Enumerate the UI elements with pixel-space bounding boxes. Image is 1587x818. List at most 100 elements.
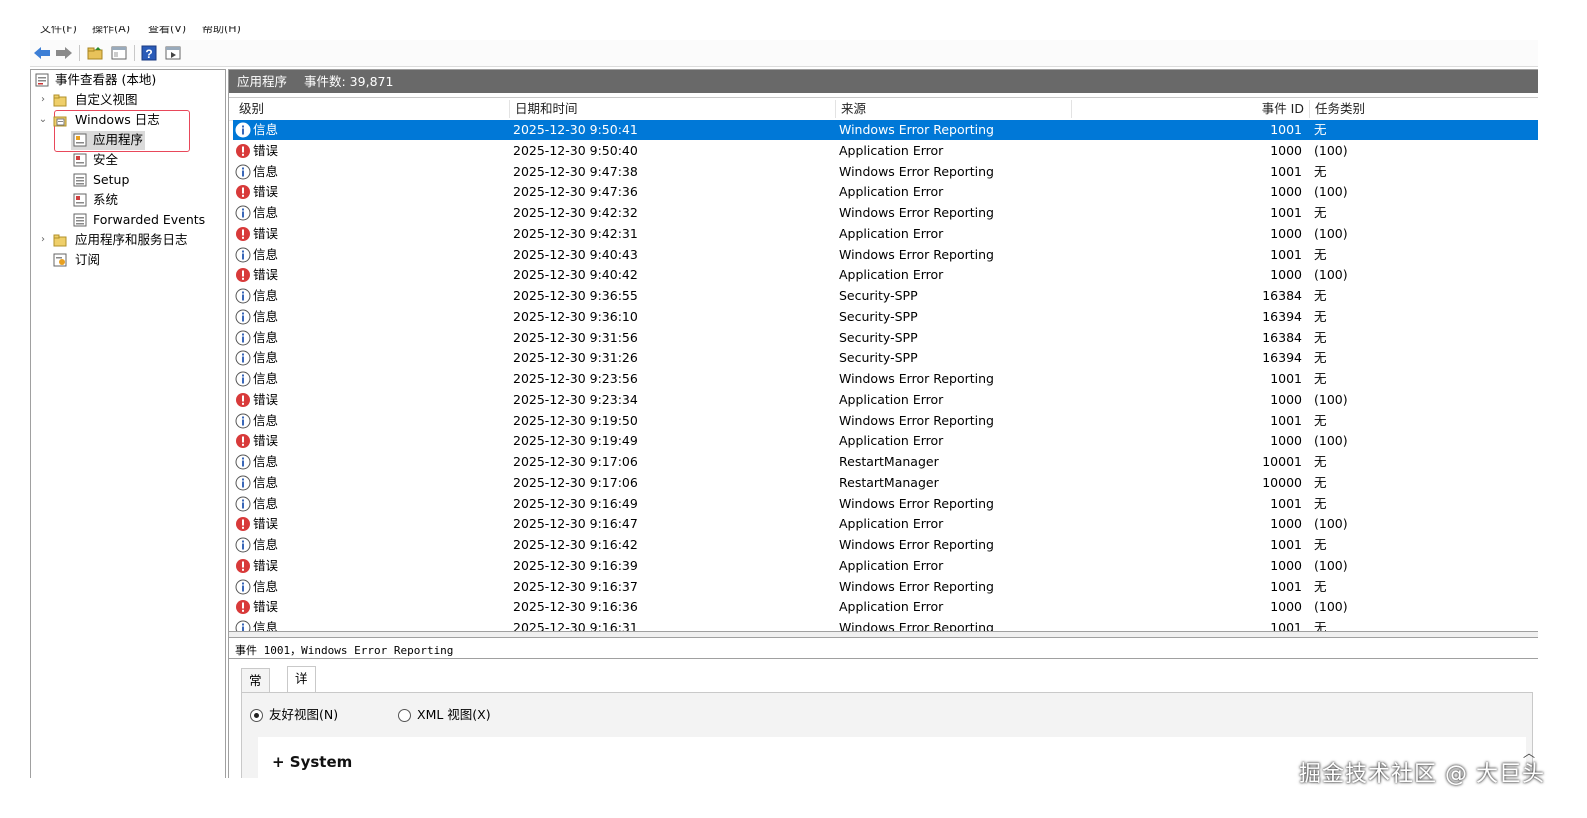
table-row[interactable]: 信息 2025-12-30 9:50:41 Windows Error Report… xyxy=(233,120,1538,140)
xml-view-label: XML 视图(X) xyxy=(417,707,491,722)
chevron-right-icon[interactable]: › xyxy=(37,230,49,250)
category-cell: 无 xyxy=(1314,205,1327,220)
table-row[interactable]: 信息 2025-12-30 9:17:06 RestartManager 10001 无 xyxy=(233,452,1538,472)
column-datetime[interactable]: 日期和时间 xyxy=(515,98,578,120)
datetime-cell: 2025-12-30 9:16:39 xyxy=(513,557,638,573)
table-row[interactable]: 错误 2025-12-30 9:40:42 Application Error 100… xyxy=(233,265,1538,285)
datetime-cell: 2025-12-30 9:31:26 xyxy=(513,350,638,366)
info-icon xyxy=(235,454,251,470)
datetime-cell: 2025-12-30 9:16:49 xyxy=(513,495,638,511)
datetime-cell: 2025-12-30 9:17:06 xyxy=(513,474,638,490)
category-cell: (100) xyxy=(1314,599,1348,615)
menu-action[interactable]: 操作(A) xyxy=(92,26,130,36)
subscription-icon xyxy=(53,253,67,267)
console-tree-icon xyxy=(111,46,127,60)
table-row[interactable]: 错误 2025-12-30 9:16:39 Application Error 100… xyxy=(233,556,1538,576)
tree-apps-services-label: 应用程序和服务日志 xyxy=(75,232,188,247)
tree-application-label: 应用程序 xyxy=(93,132,144,147)
level-cell: 错误 xyxy=(253,516,279,532)
level-cell: 错误 xyxy=(253,433,279,449)
category-cell: 无 xyxy=(1314,495,1327,511)
open-folder-button[interactable] xyxy=(86,44,104,62)
toolbar: ? xyxy=(30,40,1538,67)
table-row[interactable]: 信息 2025-12-30 9:17:06 RestartManager 10000 无 xyxy=(233,473,1538,493)
level-cell: 信息 xyxy=(253,122,279,137)
column-source[interactable]: 来源 xyxy=(841,98,866,120)
info-icon xyxy=(235,475,251,491)
info-icon xyxy=(235,164,251,179)
table-row[interactable]: 信息 2025-12-30 9:16:49 Windows Error Report… xyxy=(233,494,1538,514)
category-cell: 无 xyxy=(1314,474,1327,490)
table-row[interactable]: 错误 2025-12-30 9:16:36 Application Error 100… xyxy=(233,597,1538,617)
info-icon xyxy=(235,288,251,304)
category-cell: (100) xyxy=(1314,433,1348,449)
menu-view[interactable]: 查看(V) xyxy=(148,26,186,36)
tree-root-label: 事件查看器 (本地) xyxy=(55,72,157,87)
level-cell: 信息 xyxy=(253,578,279,594)
table-row[interactable]: 信息 2025-12-30 9:47:38 Windows Error Report… xyxy=(233,162,1538,182)
event-id-cell: 1001 xyxy=(1270,578,1302,594)
event-id-cell: 1000 xyxy=(1270,391,1302,407)
log-header: 应用程序 事件数: 39,871 xyxy=(229,70,1538,93)
chevron-down-icon[interactable]: ⌄ xyxy=(37,110,49,130)
level-cell: 错误 xyxy=(253,225,279,241)
level-cell: 信息 xyxy=(253,329,279,345)
action-pane-button[interactable] xyxy=(164,44,182,62)
table-row[interactable]: 信息 2025-12-30 9:36:55 Security-SPP 16384 无 xyxy=(233,286,1538,306)
datetime-cell: 2025-12-30 9:16:36 xyxy=(513,599,638,615)
help-icon: ? xyxy=(141,45,157,61)
category-cell: 无 xyxy=(1314,246,1327,262)
menu-help[interactable]: 帮助(H) xyxy=(202,26,241,36)
column-event-id[interactable]: 事件 ID xyxy=(1209,98,1304,120)
help-button[interactable]: ? xyxy=(140,44,158,62)
table-row[interactable]: 信息 2025-12-30 9:23:56 Windows Error Report… xyxy=(233,369,1538,389)
event-id-cell: 16384 xyxy=(1262,329,1302,345)
table-row[interactable]: 信息 2025-12-30 9:16:37 Windows Error Report… xyxy=(233,577,1538,597)
table-row[interactable]: 错误 2025-12-30 9:50:40 Application Error 100… xyxy=(233,141,1538,161)
column-category[interactable]: 任务类别 xyxy=(1315,98,1365,120)
category-cell: (100) xyxy=(1314,225,1348,241)
tree-subscriptions-label: 订阅 xyxy=(75,252,101,267)
level-cell: 错误 xyxy=(253,391,279,407)
table-row[interactable]: 信息 2025-12-30 9:42:32 Windows Error Report… xyxy=(233,203,1538,223)
source-cell: Windows Error Reporting xyxy=(839,578,994,594)
table-row[interactable]: 错误 2025-12-30 9:23:34 Application Error 100… xyxy=(233,390,1538,410)
source-cell: Windows Error Reporting xyxy=(839,163,994,179)
source-cell: Security-SPP xyxy=(839,308,918,324)
datetime-cell: 2025-12-30 9:40:43 xyxy=(513,246,638,262)
datetime-cell: 2025-12-30 9:50:40 xyxy=(513,142,638,158)
table-row[interactable]: 信息 2025-12-30 9:16:42 Windows Error Report… xyxy=(233,535,1538,555)
event-list[interactable]: 级别 日期和时间 来源 事件 ID 任务类别 信息 2025-12-30 9:50… xyxy=(229,97,1538,632)
show-hide-tree-button[interactable] xyxy=(110,44,128,62)
table-row[interactable]: 信息 2025-12-30 9:31:56 Security-SPP 16384 无 xyxy=(233,328,1538,348)
table-row[interactable]: 信息 2025-12-30 9:31:26 Security-SPP 16394 无 xyxy=(233,348,1538,368)
level-cell: 信息 xyxy=(253,246,279,262)
pane-splitter[interactable] xyxy=(229,631,1538,638)
category-cell: 无 xyxy=(1314,329,1327,345)
watermark-text: 掘金技术社区 @ 大巨头 xyxy=(1299,762,1545,787)
info-icon xyxy=(235,537,251,553)
chevron-right-icon[interactable]: › xyxy=(37,90,49,110)
menu-bar: 文件(F) 操作(A) 查看(V) 帮助(H) xyxy=(30,26,1538,36)
tab-general[interactable]: 常规 xyxy=(241,668,270,711)
event-id-cell: 10000 xyxy=(1262,474,1302,490)
event-id-cell: 1001 xyxy=(1270,412,1302,428)
error-icon xyxy=(236,268,250,283)
table-row[interactable]: 错误 2025-12-30 9:47:36 Application Error 100… xyxy=(233,182,1538,202)
log-icon xyxy=(73,153,87,167)
column-level[interactable]: 级别 xyxy=(239,98,264,120)
table-row[interactable]: 信息 2025-12-30 9:40:43 Windows Error Report… xyxy=(233,245,1538,265)
level-cell: 信息 xyxy=(253,495,279,511)
table-row[interactable]: 错误 2025-12-30 9:42:31 Application Error 100… xyxy=(233,224,1538,244)
table-row[interactable]: 信息 2025-12-30 9:36:10 Security-SPP 16394 无 xyxy=(233,307,1538,327)
table-row[interactable]: 错误 2025-12-30 9:16:47 Application Error 100… xyxy=(233,514,1538,534)
menu-file[interactable]: 文件(F) xyxy=(40,26,77,36)
table-row[interactable]: 错误 2025-12-30 9:19:49 Application Error 100… xyxy=(233,431,1538,451)
system-expander[interactable]: + System xyxy=(272,753,352,771)
table-row[interactable]: 信息 2025-12-30 9:16:31 Windows Error Report… xyxy=(233,618,1538,632)
tab-details[interactable]: 详细信息 xyxy=(287,666,316,755)
back-button[interactable] xyxy=(33,44,51,62)
radio-unselected-icon xyxy=(398,709,411,722)
table-row[interactable]: 信息 2025-12-30 9:19:50 Windows Error Report… xyxy=(233,411,1538,431)
forward-button[interactable] xyxy=(55,44,73,62)
